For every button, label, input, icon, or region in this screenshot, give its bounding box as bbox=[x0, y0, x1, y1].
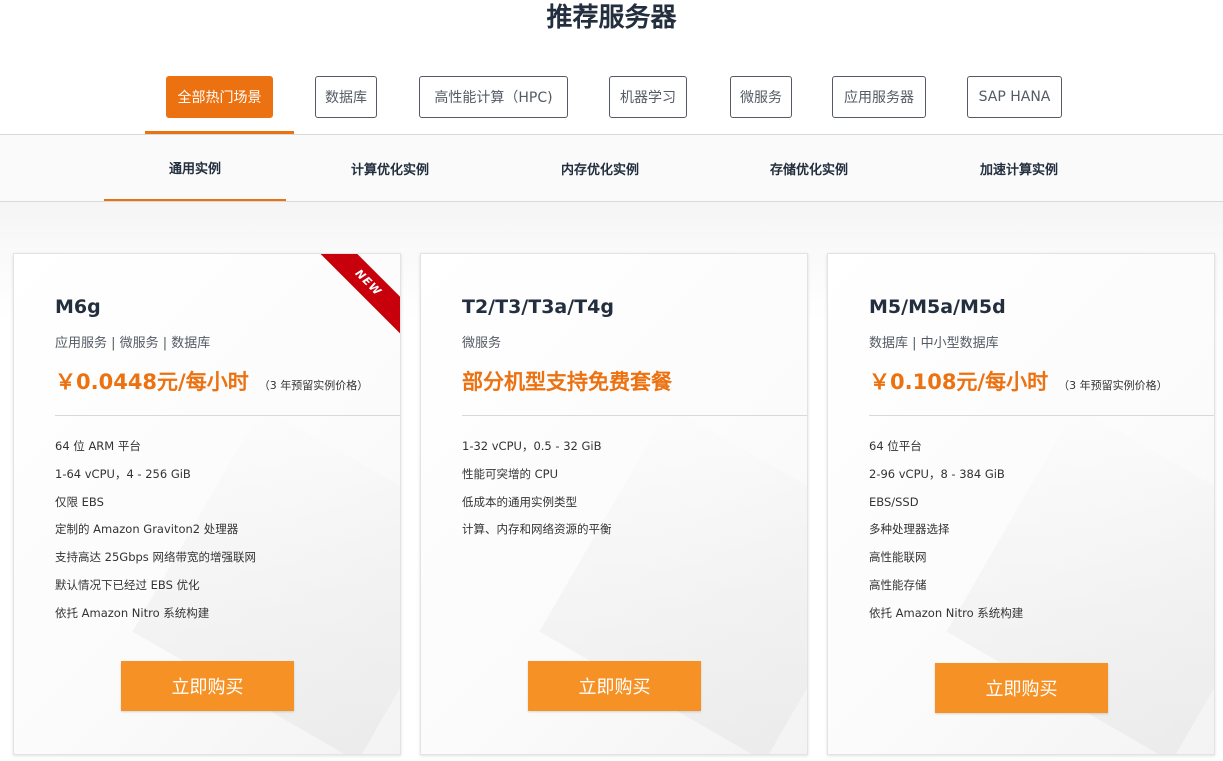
feature-item: 64 位 ARM 平台 bbox=[55, 439, 141, 453]
card-feature-list: 64 位平台 2-96 vCPU，8 - 384 GiB EBS/SSD 多种处… bbox=[869, 436, 1023, 631]
feature-item: 64 位平台 bbox=[869, 439, 922, 453]
card-title: M6g bbox=[55, 296, 101, 318]
instance-type-nav: 通用实例 计算优化实例 内存优化实例 存储优化实例 加速计算实例 bbox=[0, 134, 1223, 202]
card-price: 部分机型支持免费套餐 bbox=[462, 370, 672, 394]
new-badge-label: NEW bbox=[320, 254, 400, 334]
scenario-tab-sap-hana[interactable]: SAP HANA bbox=[967, 76, 1062, 118]
feature-item: 性能可突增的 CPU bbox=[462, 466, 559, 481]
card-tags: 微服务 bbox=[462, 336, 502, 351]
card-price-note: （3 年预留实例价格） bbox=[258, 379, 369, 392]
card-price-row: ￥0.0448元/每小时 （3 年预留实例价格） bbox=[55, 366, 368, 400]
scenario-filter-bar: 全部热门场景 数据库 高性能计算（HPC) 机器学习 微服务 应用服务器 SAP… bbox=[0, 76, 1223, 120]
buy-now-button[interactable]: 立即购买 bbox=[935, 663, 1108, 713]
card-tags: 数据库 | 中小型数据库 bbox=[869, 336, 999, 351]
page-title: 推荐服务器 bbox=[546, 3, 677, 33]
feature-item: 高性能存储 bbox=[869, 577, 927, 592]
feature-item: 2-96 vCPU，8 - 384 GiB bbox=[869, 466, 1005, 481]
tab-storage-optimized[interactable]: 存储优化实例 bbox=[718, 135, 900, 201]
feature-item: 1-32 vCPU，0.5 - 32 GiB bbox=[462, 439, 602, 453]
scenario-tab-machine-learning[interactable]: 机器学习 bbox=[609, 76, 687, 118]
scenario-tab-database[interactable]: 数据库 bbox=[315, 76, 377, 118]
card-price-row: 部分机型支持免费套餐 bbox=[462, 366, 672, 400]
feature-item: 仅限 EBS bbox=[55, 494, 104, 509]
card-price: ￥0.0448元/每小时 bbox=[55, 370, 249, 394]
buy-now-button[interactable]: 立即购买 bbox=[528, 661, 701, 711]
feature-item: 依托 Amazon Nitro 系统构建 bbox=[55, 605, 210, 620]
feature-item: 计算、内存和网络资源的平衡 bbox=[462, 522, 612, 537]
feature-item: 支持高达 25Gbps 网络带宽的增强联网 bbox=[55, 550, 256, 565]
scenario-tab-app-server[interactable]: 应用服务器 bbox=[832, 76, 926, 118]
card-title: T2/T3/T3a/T4g bbox=[462, 296, 614, 318]
card-price: ￥0.108元/每小时 bbox=[869, 370, 1049, 394]
scenario-tab-all[interactable]: 全部热门场景 bbox=[166, 76, 273, 118]
feature-item: 定制的 Amazon Graviton2 处理器 bbox=[55, 522, 239, 537]
tab-memory-optimized[interactable]: 内存优化实例 bbox=[509, 135, 691, 201]
feature-item: 默认情况下已经过 EBS 优化 bbox=[55, 577, 200, 592]
instance-card-m5: M5/M5a/M5d 数据库 | 中小型数据库 ￥0.108元/每小时 （3 年… bbox=[827, 253, 1215, 755]
card-feature-list: 1-32 vCPU，0.5 - 32 GiB 性能可突增的 CPU 低成本的通用… bbox=[462, 436, 612, 547]
card-price-row: ￥0.108元/每小时 （3 年预留实例价格） bbox=[869, 366, 1168, 400]
tab-compute-optimized[interactable]: 计算优化实例 bbox=[299, 135, 481, 201]
buy-now-button[interactable]: 立即购买 bbox=[121, 661, 294, 711]
card-divider bbox=[462, 415, 807, 416]
feature-item: EBS/SSD bbox=[869, 494, 919, 509]
card-price-note: （3 年预留实例价格） bbox=[1058, 379, 1168, 392]
scenario-tab-hpc[interactable]: 高性能计算（HPC) bbox=[419, 76, 568, 118]
feature-item: 多种处理器选择 bbox=[869, 522, 950, 537]
feature-item: 低成本的通用实例类型 bbox=[462, 494, 577, 509]
card-tags: 应用服务 | 微服务 | 数据库 bbox=[55, 336, 211, 351]
instance-card-m6g: NEW M6g 应用服务 | 微服务 | 数据库 ￥0.0448元/每小时 （3… bbox=[13, 253, 401, 755]
tab-accelerated-computing[interactable]: 加速计算实例 bbox=[928, 135, 1110, 201]
new-badge: NEW bbox=[320, 254, 400, 334]
card-feature-list: 64 位 ARM 平台 1-64 vCPU，4 - 256 GiB 仅限 EBS… bbox=[55, 436, 256, 631]
feature-item: 高性能联网 bbox=[869, 550, 927, 565]
feature-item: 1-64 vCPU，4 - 256 GiB bbox=[55, 466, 191, 481]
scenario-tab-microservices[interactable]: 微服务 bbox=[730, 76, 792, 118]
tab-general-purpose[interactable]: 通用实例 bbox=[104, 135, 286, 201]
feature-item: 依托 Amazon Nitro 系统构建 bbox=[869, 605, 1024, 620]
card-divider bbox=[869, 415, 1214, 416]
card-divider bbox=[55, 415, 400, 416]
card-title: M5/M5a/M5d bbox=[869, 296, 1006, 318]
instance-card-t-series: T2/T3/T3a/T4g 微服务 部分机型支持免费套餐 1-32 vCPU，0… bbox=[420, 253, 808, 755]
